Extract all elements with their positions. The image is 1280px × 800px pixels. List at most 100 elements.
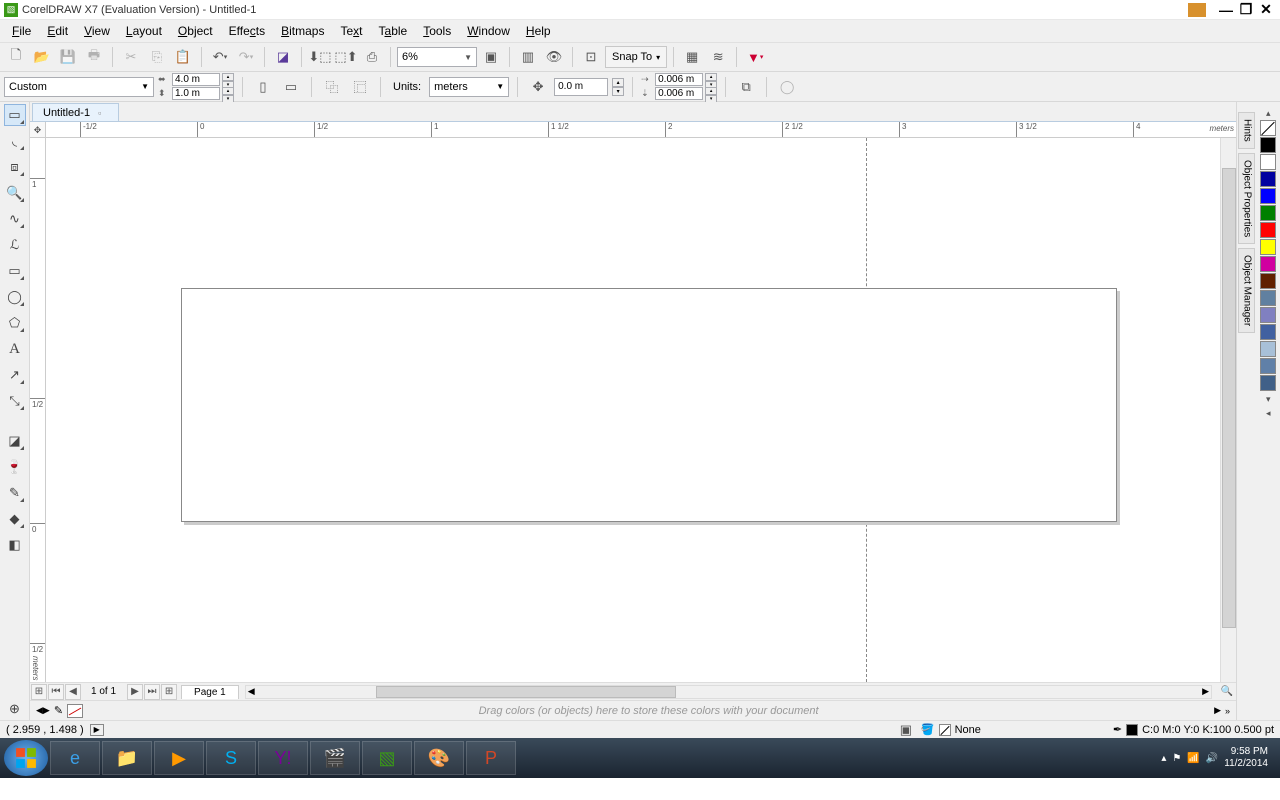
color-proof-icon[interactable]: ▣ bbox=[897, 722, 915, 738]
show-rulers-button[interactable]: ▥ bbox=[516, 45, 540, 69]
freehand-tool[interactable]: ∿ bbox=[4, 208, 26, 230]
outline-indicator[interactable]: ✒ C:0 M:0 Y:0 K:100 0.500 pt bbox=[1113, 723, 1274, 736]
search-content-button[interactable]: ◪ bbox=[271, 45, 295, 69]
current-page-button[interactable]: ⿸ bbox=[348, 75, 372, 99]
palette-down-icon[interactable]: ▾ bbox=[1266, 392, 1271, 406]
connector-tool[interactable]: ⤡ bbox=[4, 390, 26, 412]
ellipse-tool[interactable]: ◯ bbox=[4, 286, 26, 308]
prev-page-button[interactable]: ◀ bbox=[65, 684, 81, 700]
height-spinner[interactable]: ▴▾ bbox=[222, 87, 234, 100]
add-page-end-button[interactable]: ⊞ bbox=[161, 684, 177, 700]
taskbar-mediaplayer-icon[interactable]: ▶ bbox=[154, 741, 204, 775]
palette-nav-right-icon[interactable]: ▶ bbox=[1214, 705, 1221, 716]
nudge-spinner[interactable]: ▴▾ bbox=[612, 78, 624, 96]
menu-help[interactable]: Help bbox=[518, 22, 559, 40]
color-swatch[interactable] bbox=[1260, 307, 1276, 323]
docker-tab-object-manager[interactable]: Object Manager bbox=[1238, 248, 1255, 333]
export-button[interactable]: ⬚⬆ bbox=[334, 45, 358, 69]
minimize-button[interactable]: — bbox=[1216, 2, 1236, 18]
smart-fill-tool[interactable]: ◧ bbox=[4, 534, 26, 556]
shape-tool[interactable]: ◟ bbox=[4, 130, 26, 152]
polygon-tool[interactable]: ⬠ bbox=[4, 312, 26, 334]
paste-button[interactable]: 📋 bbox=[171, 45, 195, 69]
menu-text[interactable]: Text bbox=[332, 22, 370, 40]
import-button[interactable]: ⬇⬚ bbox=[308, 45, 332, 69]
menu-file[interactable]: File bbox=[4, 22, 39, 40]
pick-tool[interactable]: ▭ bbox=[4, 104, 26, 126]
taskbar-powerpoint-icon[interactable]: P bbox=[466, 741, 516, 775]
transparency-tool[interactable]: 🍷 bbox=[4, 456, 26, 478]
document-tab[interactable]: Untitled-1 ▫ bbox=[32, 103, 119, 121]
horizontal-ruler[interactable]: ✥ -1/2 0 1/2 1 1 1/2 2 2 1/2 3 3 1/2 4 m… bbox=[30, 122, 1236, 138]
launch-button[interactable]: ≋ bbox=[706, 45, 730, 69]
width-spinner[interactable]: ▴▾ bbox=[222, 73, 234, 86]
new-button[interactable]: 🗋 bbox=[4, 45, 28, 69]
palette-nav-left-icon[interactable]: ◀▶ bbox=[36, 705, 50, 716]
vertical-scrollbar[interactable] bbox=[1220, 138, 1236, 682]
navigator-button[interactable]: 🔍 bbox=[1218, 684, 1236, 700]
menu-tools[interactable]: Tools bbox=[415, 22, 459, 40]
tray-show-hidden-icon[interactable]: ▴ bbox=[1161, 753, 1166, 764]
vertical-ruler[interactable]: 1 1/2 0 1/2 meters bbox=[30, 138, 46, 682]
color-swatch[interactable] bbox=[1260, 273, 1276, 289]
options-icon[interactable]: ◯ bbox=[775, 75, 799, 99]
color-swatch[interactable] bbox=[1260, 341, 1276, 357]
rectangle-tool[interactable]: ▭ bbox=[4, 260, 26, 282]
last-page-button[interactable]: ⏭ bbox=[144, 684, 160, 700]
color-swatch[interactable] bbox=[1260, 222, 1276, 238]
page-tab[interactable]: Page 1 bbox=[181, 685, 239, 699]
snap-off-button[interactable]: ⊡ bbox=[579, 45, 603, 69]
all-pages-button[interactable]: ⿻ bbox=[320, 75, 344, 99]
print-button[interactable]: 🖶 bbox=[82, 45, 106, 69]
copy-button[interactable]: ⎘ bbox=[145, 45, 169, 69]
menu-view[interactable]: View bbox=[76, 22, 118, 40]
fullscreen-preview-button[interactable]: ▣ bbox=[479, 45, 503, 69]
dup-y-input[interactable]: 0.006 m bbox=[655, 87, 703, 100]
text-tool[interactable]: A bbox=[4, 338, 26, 360]
tray-network-icon[interactable]: 📶 bbox=[1187, 753, 1199, 764]
landscape-button[interactable]: ▭ bbox=[279, 75, 303, 99]
app-launcher-button[interactable]: ▼ ▾ bbox=[743, 45, 767, 69]
docker-tab-object-properties[interactable]: Object Properties bbox=[1238, 153, 1255, 244]
color-swatch[interactable] bbox=[1260, 188, 1276, 204]
color-swatch[interactable] bbox=[1260, 154, 1276, 170]
zoom-tool[interactable]: 🔍 bbox=[4, 182, 26, 204]
palette-expand-icon[interactable]: ◂ bbox=[1266, 406, 1271, 420]
interactive-fill-tool[interactable]: ◆ bbox=[4, 508, 26, 530]
snap-to-dropdown[interactable]: Snap To▾ bbox=[605, 46, 667, 68]
palette-up-icon[interactable]: ▴ bbox=[1266, 106, 1271, 120]
color-eyedropper-tool[interactable]: ✎ bbox=[4, 482, 26, 504]
close-tab-icon[interactable]: ▫ bbox=[98, 108, 108, 118]
redo-button[interactable]: ↷ ▾ bbox=[234, 45, 258, 69]
dup-x-spinner[interactable]: ▴▾ bbox=[705, 73, 717, 86]
no-color-swatch[interactable] bbox=[67, 704, 83, 718]
treat-as-filled-button[interactable]: ⧉ bbox=[734, 75, 758, 99]
taskbar-moviemaker-icon[interactable]: 🎬 bbox=[310, 741, 360, 775]
show-grid-button[interactable]: 👁 bbox=[542, 45, 566, 69]
no-fill-swatch[interactable] bbox=[1260, 120, 1276, 136]
quick-customize-button[interactable]: ⊕ bbox=[4, 698, 26, 720]
page-height-input[interactable]: 1.0 m bbox=[172, 87, 220, 100]
palette-expand-icon[interactable]: » bbox=[1225, 706, 1230, 716]
tray-volume-icon[interactable]: 🔊 bbox=[1206, 753, 1218, 764]
menu-layout[interactable]: Layout bbox=[118, 22, 170, 40]
next-page-button[interactable]: ▶ bbox=[127, 684, 143, 700]
cut-button[interactable]: ✂ bbox=[119, 45, 143, 69]
portrait-button[interactable]: ▯ bbox=[251, 75, 275, 99]
color-swatch[interactable] bbox=[1260, 358, 1276, 374]
menu-effects[interactable]: Effects bbox=[221, 22, 273, 40]
user-badge-icon[interactable] bbox=[1188, 3, 1206, 17]
docker-tab-hints[interactable]: Hints bbox=[1238, 112, 1255, 149]
ruler-origin[interactable]: ✥ bbox=[30, 122, 46, 138]
scroll-left-icon[interactable]: ◀ bbox=[248, 686, 255, 697]
taskbar-skype-icon[interactable]: S bbox=[206, 741, 256, 775]
close-button[interactable]: ✕ bbox=[1256, 2, 1276, 18]
menu-object[interactable]: Object bbox=[170, 22, 221, 40]
color-swatch[interactable] bbox=[1260, 290, 1276, 306]
parallel-dimension-tool[interactable]: ↗ bbox=[4, 364, 26, 386]
taskbar-ie-icon[interactable]: e bbox=[50, 741, 100, 775]
color-swatch[interactable] bbox=[1260, 375, 1276, 391]
play-icon[interactable]: ▶ bbox=[90, 724, 104, 736]
units-select[interactable]: meters▼ bbox=[429, 77, 509, 97]
undo-button[interactable]: ↶ ▾ bbox=[208, 45, 232, 69]
